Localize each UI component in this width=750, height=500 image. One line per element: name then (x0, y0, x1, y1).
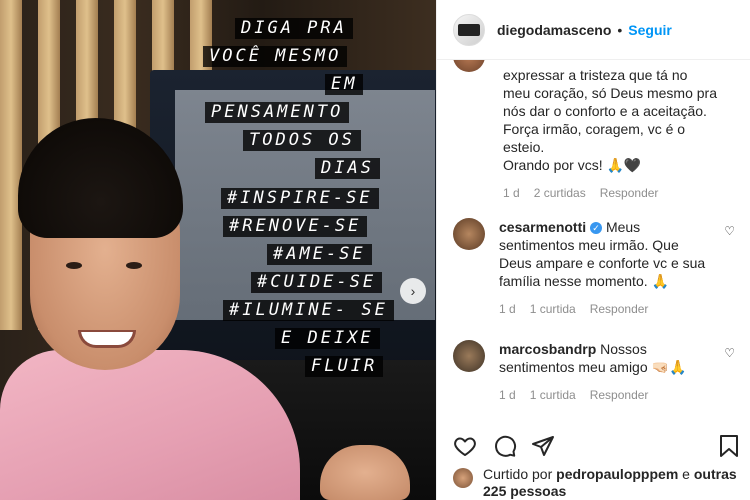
action-bar (437, 430, 750, 462)
avatar[interactable] (453, 60, 485, 72)
likes-prefix: Curtido por (483, 466, 553, 482)
save-button[interactable] (715, 432, 743, 460)
post-sidebar: diegodamasceno • Seguir expressar a tris… (436, 0, 750, 500)
chevron-right-icon: › (410, 283, 416, 299)
overlay-line: #INSPIRE-SE (221, 188, 379, 209)
overlay-line: VOCÊ MESMO (203, 46, 348, 67)
overlay-line: PENSAMENTO (205, 102, 350, 123)
separator: • (617, 21, 623, 38)
comment-likes[interactable]: 2 curtidas (534, 186, 586, 200)
overlay-line: FLUIR (305, 356, 384, 377)
comment-text-line: esteio. (503, 139, 545, 155)
comment-likes[interactable]: 1 curtida (530, 302, 576, 316)
comment-text-line: Orando por vcs! 🙏🖤 (503, 157, 642, 173)
comments-list[interactable]: expressar a tristeza que tá no meu coraç… (437, 60, 750, 430)
like-comment-heart-icon[interactable]: ♡ (724, 224, 735, 238)
comment-text-line: nós dar o conforto e a aceitação. (503, 103, 707, 119)
heart-icon (454, 437, 476, 456)
likes-text: Curtido por pedropaulopppem e outras 225… (483, 466, 743, 500)
reply-button[interactable]: Responder (600, 186, 659, 200)
overlay-line: TODOS OS (243, 130, 361, 151)
avatar[interactable] (453, 13, 485, 46)
overlay-line: #RENOVE-SE (223, 216, 368, 237)
overlay-line: E DEIXE (275, 328, 380, 349)
comment-meta: 1 d 1 curtida Responder (499, 302, 709, 316)
comment-username[interactable]: cesarmenotti (499, 219, 586, 235)
reply-button[interactable]: Responder (590, 302, 649, 316)
story-text-overlay: DIGA PRA VOCÊ MESMO EM PENSAMENTO TODOS … (195, 18, 395, 388)
smile (78, 330, 136, 348)
overlay-line: DIAS (315, 158, 380, 179)
bookmark-icon (720, 435, 738, 457)
comment-text-line: expressar a tristeza que tá no (503, 67, 688, 83)
overlay-line: #ILUMINE- SE (223, 300, 394, 321)
overlay-line: #CUIDE-SE (251, 272, 383, 293)
share-icon (532, 436, 554, 456)
overlay-line: DIGA PRA (235, 18, 353, 39)
wood-slat (0, 0, 22, 330)
like-button[interactable] (451, 432, 479, 460)
comment-likes[interactable]: 1 curtida (530, 388, 576, 402)
comment-item: expressar a tristeza que tá no meu coraç… (503, 66, 739, 200)
comment-item: marcosbandrp Nossos sentimentos meu amig… (453, 340, 743, 402)
post-image[interactable]: DIGA PRA VOCÊ MESMO EM PENSAMENTO TODOS … (0, 0, 436, 500)
overlay-line: #AME-SE (267, 244, 372, 265)
comment-username[interactable]: marcosbandrp (499, 341, 596, 357)
overlay-line: EM (325, 74, 364, 95)
comment-time: 1 d (499, 388, 516, 402)
avatar[interactable] (453, 218, 485, 250)
share-button[interactable] (529, 432, 557, 460)
eye (126, 262, 142, 269)
next-image-button[interactable]: › (400, 278, 426, 304)
comment-item: cesarmenotti ✓ Meus sentimentos meu irmã… (453, 218, 743, 316)
avatar[interactable] (453, 468, 473, 488)
comment-time: 1 d (503, 186, 520, 200)
likes-summary: Curtido por pedropaulopppem e outras 225… (453, 466, 743, 500)
comment-meta: 1 d 2 curtidas Responder (503, 186, 739, 200)
comment-time: 1 d (499, 302, 516, 316)
likes-conjunction: e (682, 466, 690, 482)
post-header: diegodamasceno • Seguir (437, 0, 750, 60)
follow-button[interactable]: Seguir (628, 22, 672, 38)
reply-button[interactable]: Responder (590, 388, 649, 402)
verified-badge-icon: ✓ (590, 222, 603, 234)
like-comment-heart-icon[interactable]: ♡ (724, 346, 735, 360)
liked-by-username[interactable]: pedropaulopppem (556, 466, 678, 482)
comment-text-line: meu coração, só Deus mesmo pra (503, 85, 717, 101)
eye (66, 262, 82, 269)
avatar[interactable] (453, 340, 485, 372)
comment-icon (495, 435, 517, 457)
comment-meta: 1 d 1 curtida Responder (499, 388, 709, 402)
comment-button[interactable] (491, 432, 519, 460)
comment-text-line: Força irmão, coragem, vc é o (503, 121, 686, 137)
author-username[interactable]: diegodamasceno (497, 22, 611, 38)
